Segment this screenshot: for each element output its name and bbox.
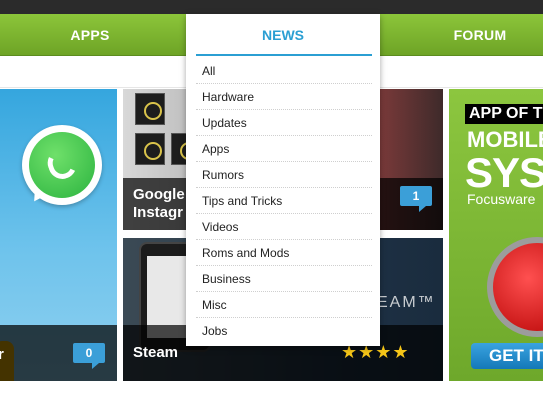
steam-logo: EAM™ [377, 294, 436, 311]
nav-forum[interactable]: FORUM [380, 14, 543, 56]
news-dropdown-menu: NEWS All Hardware Updates Apps Rumors Ti… [186, 14, 380, 346]
menu-item-rumors[interactable]: Rumors [196, 162, 372, 188]
tile-caption: r [0, 346, 4, 363]
menu-item-videos[interactable]: Videos [196, 214, 372, 240]
banner-line3: Focusware [467, 191, 536, 207]
nav-news[interactable]: NEWS [186, 14, 380, 56]
banner-heading: APP OF T [465, 104, 543, 124]
menu-item-updates[interactable]: Updates [196, 110, 372, 136]
menu-item-hardware[interactable]: Hardware [196, 84, 372, 110]
comment-count-badge[interactable]: 0 [73, 343, 105, 369]
phone-handset-icon [43, 145, 81, 183]
whatsapp-logo-icon [22, 125, 102, 207]
article-tile-whatsapp[interactable]: r 0 [0, 89, 117, 381]
menu-item-all[interactable]: All [196, 58, 372, 84]
page: APPS FORUM r 0 Google Instagr 1 EAM™ Ste… [0, 0, 543, 401]
news-menu-list: All Hardware Updates Apps Rumors Tips an… [196, 58, 372, 344]
tile-caption-bar: r 0 [0, 325, 117, 381]
get-it-button[interactable]: GET IT [471, 343, 543, 369]
tile-caption-line1: Google [133, 186, 185, 203]
menu-item-tips-and-tricks[interactable]: Tips and Tricks [196, 188, 372, 214]
menu-item-roms-and-mods[interactable]: Roms and Mods [196, 240, 372, 266]
app-of-the-day-banner[interactable]: APP OF T MOBILE SYST Focusware GET IT [449, 89, 543, 381]
nav-apps[interactable]: APPS [0, 14, 180, 56]
top-bar [0, 0, 543, 14]
alarm-light-icon [487, 237, 543, 337]
menu-item-misc[interactable]: Misc [196, 292, 372, 318]
menu-item-business[interactable]: Business [196, 266, 372, 292]
menu-divider [196, 54, 372, 56]
app-screenshot-thumbnail [135, 133, 165, 165]
tile-caption: Steam [133, 344, 179, 361]
menu-item-jobs[interactable]: Jobs [196, 318, 372, 344]
tile-caption-line2: Instagr [133, 204, 184, 221]
app-screenshot-thumbnail [135, 93, 165, 125]
menu-item-apps[interactable]: Apps [196, 136, 372, 162]
comment-count-badge[interactable]: 1 [400, 186, 432, 212]
banner-line2: SYST [465, 149, 543, 196]
